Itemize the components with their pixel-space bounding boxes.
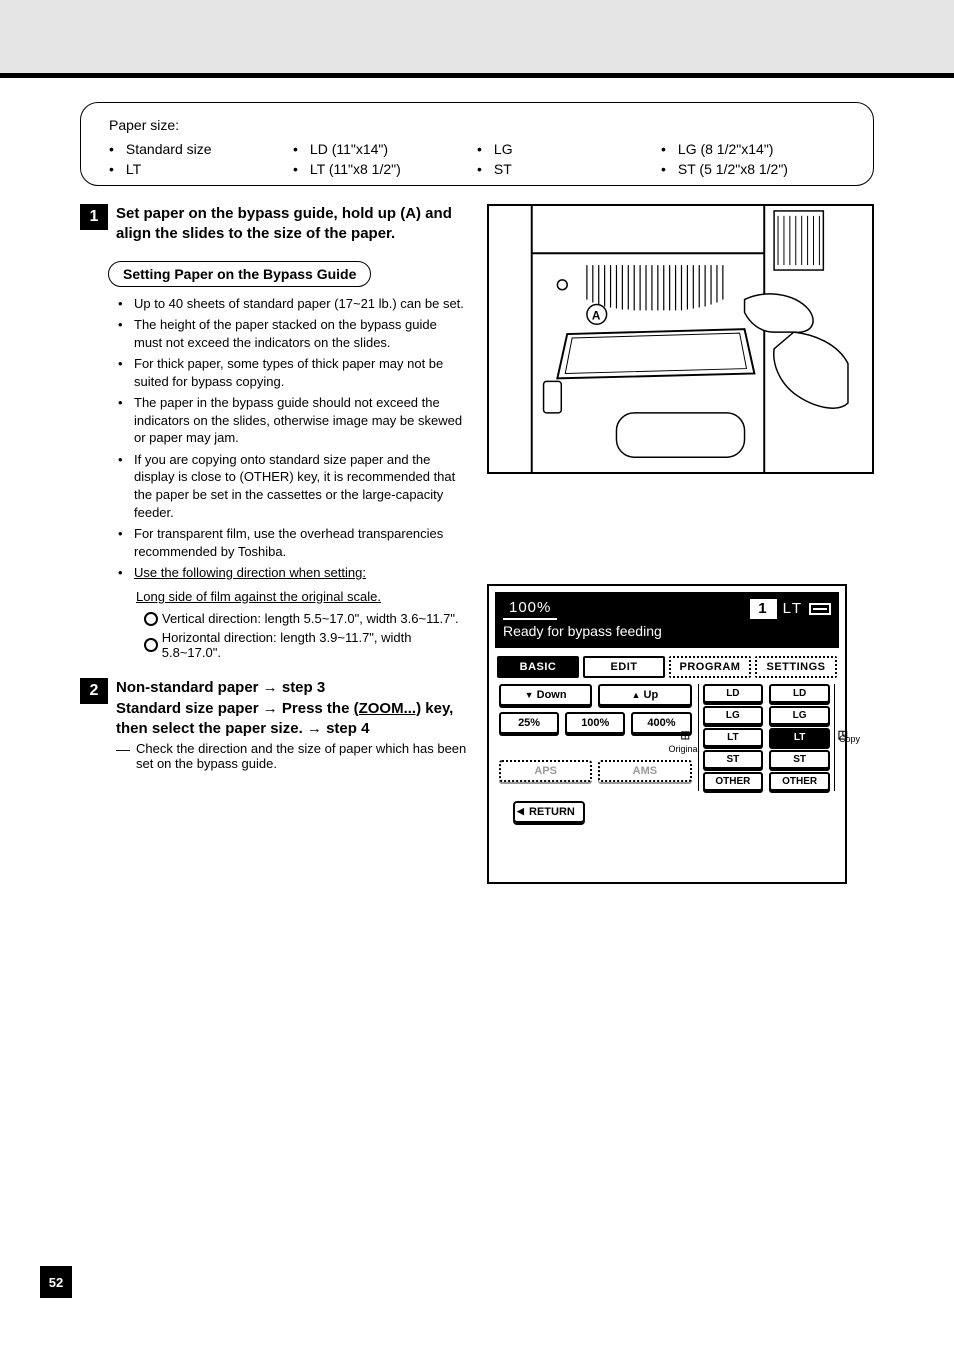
tips-heading: Setting Paper on the Bypass Guide: [108, 261, 371, 287]
tab-program[interactable]: PROGRAM: [669, 656, 751, 678]
down-button[interactable]: ▼ Down: [499, 684, 592, 706]
paper-sizes-box: Paper size: Standard size LD (11"x14") L…: [80, 102, 874, 186]
tip: For thick paper, some types of thick pap…: [118, 355, 467, 390]
return-button[interactable]: RETURN: [513, 801, 585, 823]
copy-other-button[interactable]: OTHER: [769, 772, 830, 791]
copy-lt-button[interactable]: LT: [769, 728, 830, 747]
sizes-label: Paper size:: [109, 117, 845, 133]
step-text: Set paper on the bypass guide, hold up (…: [116, 204, 467, 245]
copy-st-button[interactable]: ST: [769, 750, 830, 769]
size-item: LG (8 1/2"x14"): [661, 141, 845, 157]
tip-direction-h: Horizontal direction: length 3.9~11.7", …: [80, 630, 467, 660]
lcd-tabs: BASIC EDIT PROGRAM SETTINGS: [495, 656, 839, 678]
orig-lg-button[interactable]: LG: [703, 706, 764, 725]
tip: For transparent film, use the overhead t…: [118, 525, 467, 560]
radio-icon: [144, 638, 158, 652]
printer-illustration: A: [487, 204, 874, 474]
size-item: ST: [477, 161, 661, 177]
radio-icon: [144, 612, 158, 626]
paper-size-indicator: LT: [783, 599, 803, 619]
tip-direction-lead: Use the following direction when setting…: [134, 565, 366, 580]
tip-sub-c: Horizontal direction: length 3.9~11.7", …: [162, 630, 467, 660]
zoom-100-button[interactable]: 100%: [565, 712, 625, 734]
tab-basic[interactable]: BASIC: [497, 656, 579, 678]
tip: Up to 40 sheets of standard paper (17~21…: [118, 295, 467, 313]
size-item: Standard size: [109, 141, 293, 157]
up-button[interactable]: ▲ Up: [598, 684, 691, 706]
tip-direction-v: Vertical direction: length 5.5~17.0", wi…: [80, 611, 467, 626]
step2-note: — Check the direction and the size of pa…: [80, 741, 467, 771]
lcd-status-text: Ready for bypass feeding: [503, 622, 831, 640]
svg-text:A: A: [592, 308, 601, 322]
tip-sub-b: Vertical direction: length 5.5~17.0", wi…: [162, 611, 459, 626]
page-number: 52: [40, 1266, 72, 1298]
size-item: LT: [109, 161, 293, 177]
tips-list: Up to 40 sheets of standard paper (17~21…: [90, 295, 467, 582]
zoom-25-button[interactable]: 25%: [499, 712, 559, 734]
size-item: LT (11"x8 1/2"): [293, 161, 477, 177]
zoom-percent: 100%: [503, 598, 557, 620]
size-item: LD (11"x14"): [293, 141, 477, 157]
copy-count: 1: [750, 599, 776, 619]
tab-edit[interactable]: EDIT: [583, 656, 665, 678]
step-1: 1 Set paper on the bypass guide, hold up…: [80, 204, 467, 245]
tip: The paper in the bypass guide should not…: [118, 394, 467, 447]
tip: If you are copying onto standard size pa…: [118, 451, 467, 521]
header-band: [0, 0, 954, 73]
right-column: A 100% 1 LT Re: [487, 204, 874, 884]
tip-sub-a: Long side of film against the original s…: [80, 588, 467, 606]
copy-icon: ◳: [838, 728, 848, 741]
original-icon: ◱: [681, 730, 690, 741]
orig-ld-button[interactable]: LD: [703, 684, 764, 703]
size-item: LG: [477, 141, 661, 157]
left-column: 1 Set paper on the bypass guide, hold up…: [80, 204, 467, 884]
ams-button[interactable]: AMS: [598, 760, 691, 782]
lcd-status-bar: 100% 1 LT Ready for bypass feeding: [495, 592, 839, 648]
tab-settings[interactable]: SETTINGS: [755, 656, 837, 678]
copy-ld-button[interactable]: LD: [769, 684, 830, 703]
step-number: 1: [80, 204, 108, 230]
size-item: ST (5 1/2"x8 1/2"): [661, 161, 845, 177]
bypass-tray-icon: [809, 603, 831, 615]
copy-lg-button[interactable]: LG: [769, 706, 830, 725]
tip-direction: Use the following direction when setting…: [118, 564, 467, 582]
aps-button[interactable]: APS: [499, 760, 592, 782]
orig-st-button[interactable]: ST: [703, 750, 764, 769]
orig-lt-button[interactable]: LT: [703, 728, 764, 747]
original-label: Original: [669, 744, 700, 754]
orig-other-button[interactable]: OTHER: [703, 772, 764, 791]
step-text: Non-standard paper → step 3 Standard siz…: [116, 678, 467, 739]
step-2: 2 Non-standard paper → step 3 Standard s…: [80, 678, 467, 771]
tip: The height of the paper stacked on the b…: [118, 316, 467, 351]
lcd-panel: 100% 1 LT Ready for bypass feeding BASIC…: [487, 584, 847, 884]
step-number: 2: [80, 678, 108, 704]
